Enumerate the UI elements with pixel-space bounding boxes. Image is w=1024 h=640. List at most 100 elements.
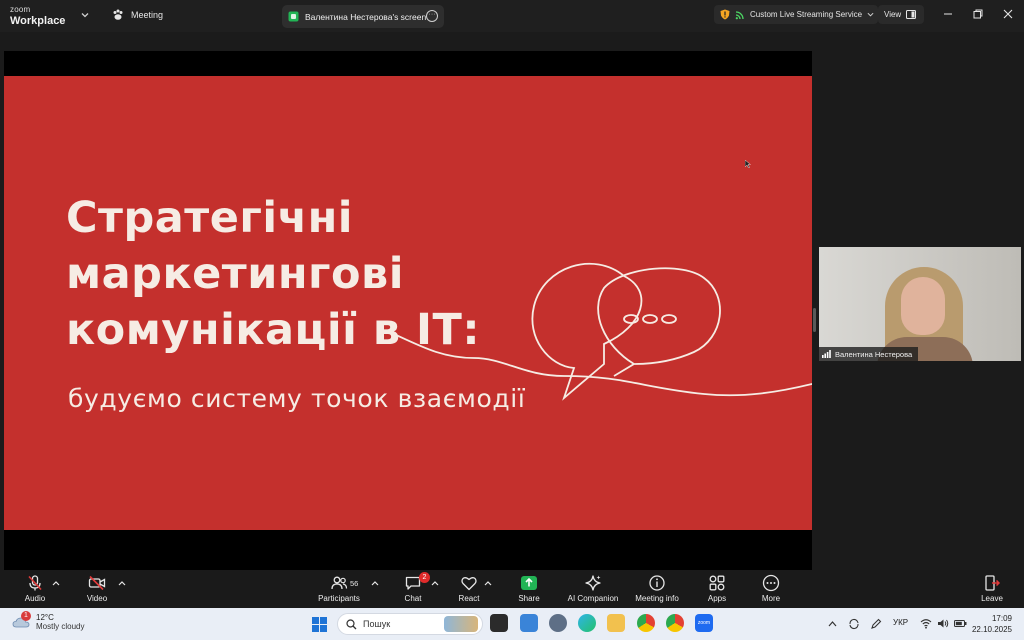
taskbar-search-box[interactable]: Пошук [337,613,483,635]
participants-count: 56 [350,579,359,588]
slide-title-line-2: маркетингові [66,249,405,299]
weather-description: Mostly cloudy [36,622,85,631]
minimize-icon[interactable] [942,8,954,20]
meeting-tab[interactable]: Meeting [112,9,163,21]
heart-icon [461,577,477,591]
meeting-controls: Audio Video Participants 56 2 Chat React… [0,570,1024,608]
audio-label: Audio [24,594,46,603]
meeting-info-label: Meeting info [635,594,679,603]
clock-date: 22.10.2025 [971,625,1012,634]
meeting-tab-label: Meeting [131,10,164,20]
live-signal-icon [735,10,744,19]
share-screen-green-icon [288,11,299,22]
apps-icon [709,575,725,591]
task-view-app-icon[interactable] [490,614,508,632]
windows-start-icon[interactable] [312,617,327,632]
weather-alert-badge: 1 [21,611,31,621]
search-highlight-image [444,616,478,632]
participant-video-tile[interactable]: Валентина Нестерова [819,247,1021,361]
wifi-icon[interactable] [920,618,932,629]
chevron-up-icon[interactable] [828,620,837,628]
more-dots-icon [762,574,780,592]
more-options-icon[interactable]: ··· [426,10,438,22]
participants-options-caret-icon[interactable] [371,580,379,586]
chevron-down-icon [867,12,874,17]
pen-icon[interactable] [870,618,882,630]
chrome-icon[interactable] [637,614,655,632]
battery-icon[interactable] [954,618,967,629]
edge-browser-icon[interactable] [578,614,596,632]
meeting-info-button[interactable]: Meeting info [627,574,687,603]
screen-share-tab[interactable]: Валентина Нестерова's screen ··· [282,5,444,28]
stream-label: Custom Live Streaming Service [750,10,863,19]
keyboard-language[interactable]: УКР [893,618,908,627]
audio-options-caret-icon[interactable] [52,580,60,586]
chrome-profile-icon[interactable] [666,614,684,632]
more-button[interactable]: More [741,574,801,603]
leave-door-icon [985,575,1001,591]
close-icon[interactable] [1002,8,1014,20]
participants-label: Participants [318,594,360,603]
sticky-app-icon[interactable] [520,614,538,632]
view-label: View [884,10,902,19]
participants-icon [331,576,348,590]
sparkle-icon [585,575,601,591]
zoom-workplace-logo[interactable]: zoom Workplace [10,5,66,27]
leave-button[interactable]: Leave [962,574,1022,603]
zoom-app-icon[interactable]: zoom [695,614,713,632]
logo-line2: Workplace [10,15,66,27]
ai-companion-button[interactable]: AI Companion [563,574,623,603]
volume-icon[interactable] [937,618,949,629]
chat-unread-badge: 2 [419,572,430,583]
chevron-down-icon[interactable] [80,10,90,20]
weather-widget[interactable]: 1 12°C Mostly cloudy [12,611,85,631]
restore-icon[interactable] [972,8,984,20]
system-clock[interactable]: 17:09 22.10.2025 [972,613,1012,635]
react-button[interactable]: React [439,574,499,603]
panel-resize-handle[interactable] [813,308,816,332]
share-screen-icon [521,576,537,590]
presentation-slide[interactable]: Стратегічні маркетингові комунікації в І… [4,76,812,530]
file-explorer-icon[interactable] [607,614,625,632]
meeting-paw-icon [113,9,123,20]
clock-time: 17:09 [991,614,1012,623]
slide-title-line-1: Стратегічні [66,193,354,243]
participant-name-tag: Валентина Нестерова [819,347,919,361]
live-streaming-indicator[interactable]: Custom Live Streaming Service [714,5,878,24]
ai-companion-label: AI Companion [567,594,619,603]
shield-icon [720,9,730,20]
video-camera-off-icon [88,575,106,591]
chat-options-caret-icon[interactable] [431,580,439,586]
windows-taskbar: 1 12°C Mostly cloudy Пошук zoom УКР 17:0… [0,608,1024,640]
zoom-window: zoom Workplace Meeting Валентина Нестеро… [0,0,1024,640]
view-button[interactable]: View [878,5,924,24]
react-label: React [458,594,480,603]
screen-tab-label: Валентина Нестерова's screen [305,11,427,22]
more-label: More [761,594,781,603]
app-icon-3[interactable] [549,614,567,632]
chat-label: Chat [404,594,422,603]
participants-button[interactable]: Participants [309,574,369,603]
search-placeholder: Пошук [363,619,391,629]
share-label: Share [518,594,540,603]
leave-label: Leave [981,594,1003,603]
slide-title-line-3: комунікації в ІТ: [66,305,481,355]
title-bar: zoom Workplace Meeting Валентина Нестеро… [0,0,1024,32]
logo-line1: zoom [10,5,31,14]
view-layout-icon [906,10,917,19]
video-button[interactable]: Video [67,574,127,603]
slide-title: Стратегічні маркетингові комунікації в І… [66,190,480,358]
signal-bars-icon [822,350,831,358]
audio-button[interactable]: Audio [5,574,65,603]
apps-label: Apps [707,594,727,603]
chat-button[interactable]: 2 Chat [383,572,443,603]
sync-icon[interactable] [848,618,860,630]
participant-face [901,277,945,335]
react-options-caret-icon[interactable] [484,580,492,586]
mouse-cursor-icon [745,160,751,168]
microphone-muted-icon [28,575,42,591]
share-button[interactable]: Share [499,574,559,603]
apps-button[interactable]: Apps [687,574,747,603]
slide-subtitle: будуємо систему точок взаємодії [68,384,526,413]
video-options-caret-icon[interactable] [118,580,126,586]
